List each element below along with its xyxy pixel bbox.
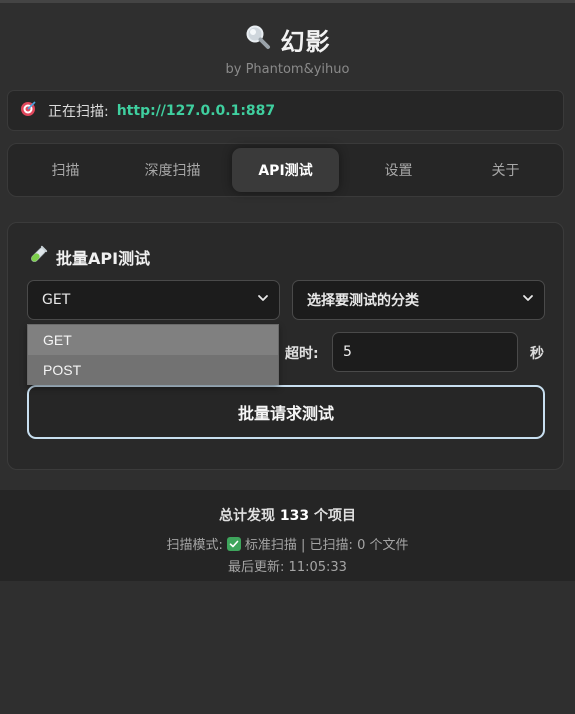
timeout-unit: 秒 xyxy=(530,346,544,362)
status-footer: 总计发现 133 个项目 扫描模式: 标准扫描 | 已扫描: 0 个文件 最后更… xyxy=(0,490,575,581)
chevron-down-icon xyxy=(257,292,269,308)
method-select[interactable]: GET xyxy=(27,280,280,320)
last-updated: 最后更新: 11:05:33 xyxy=(228,560,347,575)
panel-title: 批量API测试 xyxy=(56,249,151,268)
title-row: 幻影 xyxy=(0,22,575,56)
category-select-value: 选择要测试的分类 xyxy=(307,293,419,309)
method-select-value: GET xyxy=(42,292,71,308)
mode-label: 扫描模式: xyxy=(166,538,223,553)
panel-heading: 批量API测试 xyxy=(28,245,150,269)
scan-label: 正在扫描: xyxy=(48,103,109,120)
tab-api-test[interactable]: API测试 xyxy=(232,148,339,192)
app-title: 幻影 xyxy=(280,27,331,56)
total-count: 133 xyxy=(279,508,310,524)
total-summary: 总计发现 133 个项目 xyxy=(0,505,575,525)
scan-status-bar: 正在扫描: http://127.0.0.1:887 xyxy=(7,90,564,131)
method-option-get[interactable]: GET xyxy=(28,325,278,355)
timeout-input[interactable]: 5 xyxy=(332,332,518,372)
tab-deep-scan[interactable]: 深度扫描 xyxy=(119,148,226,192)
method-option-post[interactable]: POST xyxy=(28,355,278,385)
tab-bar: 扫描 深度扫描 API测试 设置 关于 xyxy=(7,143,564,197)
chevron-down-icon xyxy=(522,292,534,308)
test-tube-icon xyxy=(28,245,48,269)
scan-url: http://127.0.0.1:887 xyxy=(116,102,276,119)
total-suffix: 个项目 xyxy=(313,508,356,524)
scan-mode-line: 扫描模式: 标准扫描 | 已扫描: 0 个文件 xyxy=(0,534,575,553)
app-window: 幻影 by Phantom&yihuo 正在扫描: http://127.0.0… xyxy=(0,0,575,714)
method-dropdown-list: GET POST xyxy=(27,324,279,385)
timeout-label: 超时: xyxy=(285,346,319,362)
total-prefix: 总计发现 xyxy=(219,508,275,524)
top-divider xyxy=(0,0,575,3)
tab-about[interactable]: 关于 xyxy=(452,148,559,192)
check-mark-icon xyxy=(226,536,241,551)
mode-text: 标准扫描 | 已扫描: 0 个文件 xyxy=(244,538,409,553)
header: 幻影 by Phantom&yihuo xyxy=(0,22,575,77)
target-icon xyxy=(20,100,36,121)
app-subtitle: by Phantom&yihuo xyxy=(225,62,350,77)
magnifier-icon xyxy=(245,24,271,54)
tab-settings[interactable]: 设置 xyxy=(345,148,452,192)
category-select[interactable]: 选择要测试的分类 xyxy=(292,280,545,320)
batch-request-button[interactable]: 批量请求测试 xyxy=(27,385,545,439)
tab-scan[interactable]: 扫描 xyxy=(12,148,119,192)
